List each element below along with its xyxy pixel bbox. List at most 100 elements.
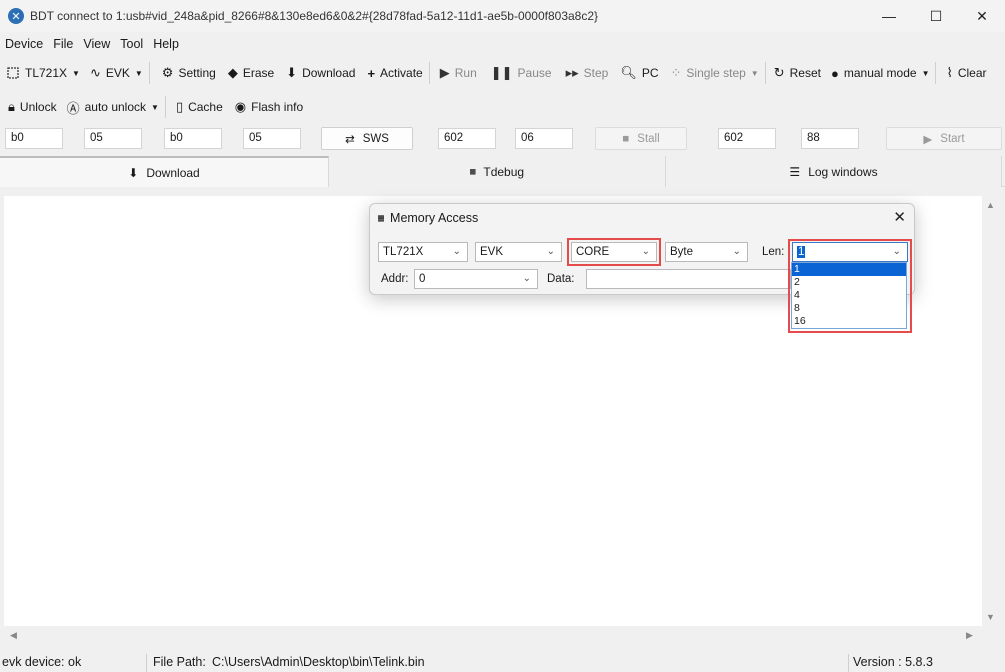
field-5[interactable]: 602 (438, 128, 496, 149)
auto-lock-icon: Ⓐ (66, 100, 80, 116)
eye-icon: ◉ (234, 99, 247, 114)
activate-button[interactable]: + Activate (367, 66, 422, 81)
tab-log-windows[interactable]: ☰ Log windows (666, 156, 1002, 187)
run-icon: ▶ (439, 65, 450, 80)
list-icon: ☰ (789, 164, 801, 179)
wave-icon: ∿ (89, 65, 101, 80)
run-button[interactable]: ▶ Run (440, 65, 477, 81)
stall-button[interactable]: ■ Stall (595, 127, 687, 150)
toolbar-divider (764, 62, 766, 84)
title-bar: ✕ BDT connect to 1:usb#vid_248a&pid_8266… (0, 0, 1005, 32)
start-button[interactable]: ▶ Start (886, 127, 1002, 150)
status-divider (146, 654, 147, 672)
pause-button[interactable]: ❚❚ Pause (491, 65, 552, 81)
field-8[interactable]: 88 (801, 128, 859, 149)
download-icon: ⬇ (286, 65, 298, 80)
cache-label: Cache (188, 100, 223, 114)
pc-label: PC (641, 66, 659, 80)
field-4[interactable]: 05 (243, 128, 301, 149)
play-icon: ▶ (923, 133, 933, 146)
dialog-addr-value: 0 (419, 273, 426, 285)
auto-unlock-label: auto unlock (84, 100, 147, 114)
toolbar-divider (164, 96, 166, 118)
len-highlight (788, 239, 912, 333)
window-title: BDT connect to 1:usb#vid_248a&pid_8266#8… (30, 9, 599, 23)
toolbar-divider (935, 62, 937, 84)
menu-file[interactable]: File (48, 37, 78, 51)
scroll-right-icon[interactable]: ▶ (966, 630, 973, 641)
run-label: Run (454, 66, 477, 80)
reset-label: Reset (789, 66, 821, 80)
vertical-scrollbar[interactable]: ▲ ▼ (982, 196, 998, 626)
close-button[interactable]: ✕ (959, 0, 1005, 32)
dialog-title: Memory Access (390, 211, 479, 225)
app-icon: ✕ (8, 8, 24, 24)
reset-button[interactable]: ↻ Reset (774, 65, 821, 81)
region-highlight (567, 238, 661, 266)
menu-device[interactable]: Device (0, 37, 48, 51)
step-label: Step (583, 66, 609, 80)
field-1[interactable]: b0 (5, 128, 63, 149)
dialog-addr-select[interactable]: 0 ⌄ (414, 269, 538, 289)
binary-icon: ▦ (378, 212, 385, 224)
status-bar: evk device: ok File Path: C:\Users\Admin… (0, 652, 1005, 672)
secondary-toolbar: 🔒︎ Unlock Ⓐ auto unlock ▼ ▯ Cache ◉ Flas… (0, 92, 1005, 122)
mode-icon: ● (830, 65, 839, 81)
tab-log-label: Log windows (808, 164, 878, 179)
scroll-left-icon[interactable]: ◀ (10, 630, 17, 641)
download-button[interactable]: ⬇ Download (286, 65, 355, 81)
device-status: evk device: ok (2, 655, 82, 669)
erase-button[interactable]: ◆ Erase (228, 65, 274, 81)
pc-button[interactable]: 🔍︎ PC (620, 65, 658, 81)
field-2[interactable]: 05 (84, 128, 142, 149)
addr-label: Addr: (381, 273, 409, 285)
dialog-close-button[interactable]: ✕ (893, 208, 906, 226)
tab-tdebug[interactable]: ▦ Tdebug (329, 156, 666, 187)
single-step-button[interactable]: ⁘ Single step ▼ (671, 65, 759, 81)
dialog-board-select[interactable]: EVK ⌄ (475, 242, 562, 262)
download-icon: ⬇ (128, 165, 139, 180)
manual-mode-selector[interactable]: ● manual mode ▼ (831, 66, 930, 81)
single-step-label: Single step (686, 66, 746, 80)
file-path: C:\Users\Admin\Desktop\bin\Telink.bin (212, 655, 425, 669)
menu-view[interactable]: View (78, 37, 115, 51)
scroll-down-icon[interactable]: ▼ (986, 612, 995, 622)
unlock-button[interactable]: 🔒︎ Unlock (8, 99, 57, 115)
maximize-button[interactable]: ☐ (913, 0, 959, 32)
field-6[interactable]: 06 (515, 128, 573, 149)
dialog-chip-select[interactable]: TL721X ⌄ (378, 242, 468, 262)
dialog-data-input[interactable] (586, 269, 791, 289)
chevron-down-icon: ▼ (72, 68, 80, 78)
field-3[interactable]: b0 (164, 128, 222, 149)
auto-unlock-selector[interactable]: Ⓐ auto unlock ▼ (67, 98, 159, 117)
footsteps-icon: ⁘ (670, 65, 682, 80)
chevron-down-icon: ⌄ (452, 246, 461, 257)
chip-selector[interactable]: TL721X ▼ (6, 66, 80, 80)
flash-info-button[interactable]: ◉ Flash info (235, 99, 303, 115)
dialog-unit-select[interactable]: Byte ⌄ (665, 242, 748, 262)
chip-icon (6, 66, 20, 80)
dialog-board-value: EVK (480, 246, 504, 258)
step-button[interactable]: ▸▸ Step (566, 65, 609, 81)
scroll-up-icon[interactable]: ▲ (986, 200, 995, 210)
gear-icon: ⚙ (161, 65, 174, 80)
version-label: Version : 5.8.3 (853, 655, 933, 669)
horizontal-scrollbar[interactable]: ◀ ▶ (4, 627, 982, 643)
menu-tool[interactable]: Tool (115, 37, 148, 51)
lock-icon: 🔒︎ (8, 99, 15, 114)
chevron-down-icon: ⌄ (732, 246, 741, 257)
sd-card-icon: ▯ (175, 99, 184, 114)
plus-icon: + (367, 65, 376, 81)
status-divider (848, 654, 849, 672)
pause-icon: ❚❚ (490, 65, 513, 80)
setting-button[interactable]: ⚙ Setting (162, 65, 216, 81)
tab-bar: ⬇ Download ▦ Tdebug ☰ Log windows (0, 156, 1005, 187)
tab-download[interactable]: ⬇ Download (0, 156, 329, 187)
menu-help[interactable]: Help (148, 37, 184, 51)
sws-button[interactable]: ⇄ SWS (321, 127, 413, 150)
clear-button[interactable]: ⌇ Clear (946, 65, 986, 81)
minimize-button[interactable]: — (866, 0, 912, 32)
cache-button[interactable]: ▯ Cache (176, 99, 223, 115)
field-7[interactable]: 602 (718, 128, 776, 149)
board-selector[interactable]: ∿ EVK ▼ (90, 65, 143, 81)
